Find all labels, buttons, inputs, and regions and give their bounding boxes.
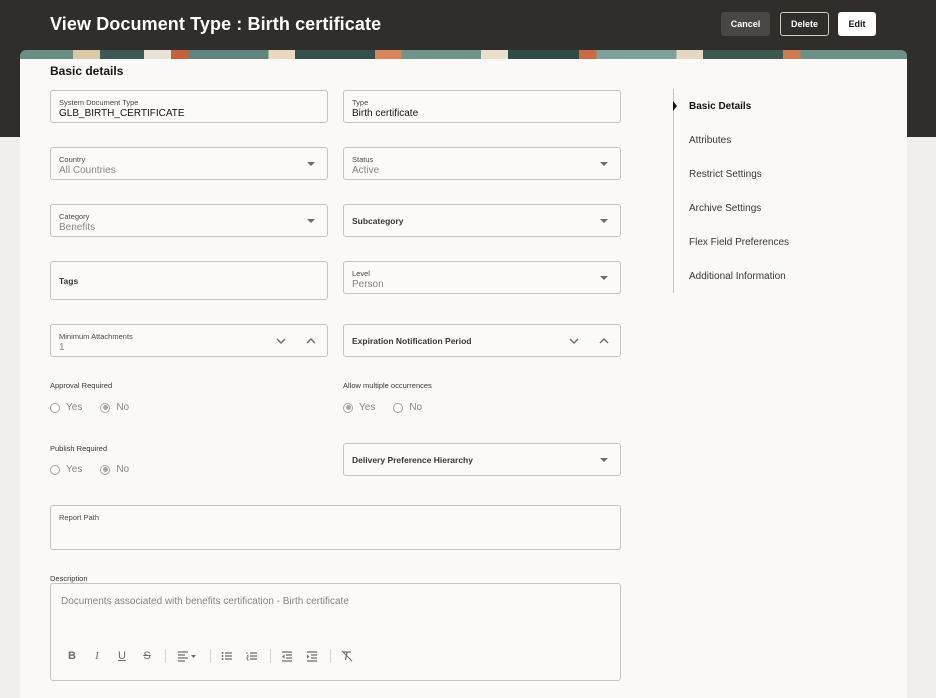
section-title: Basic details <box>50 64 124 78</box>
underline-icon[interactable]: U <box>113 647 131 665</box>
nav-item-basic-details[interactable]: Basic Details <box>673 89 853 123</box>
chevron-up-icon[interactable] <box>598 335 610 347</box>
publish-no-option[interactable]: No <box>100 464 129 475</box>
subcategory-select[interactable]: Subcategory <box>343 204 621 237</box>
section-nav: Basic Details Attributes Restrict Settin… <box>673 89 853 293</box>
nav-item-flex-field-preferences[interactable]: Flex Field Preferences <box>674 225 853 259</box>
field-label: Subcategory <box>352 215 404 226</box>
publish-yes-option[interactable]: Yes <box>50 464 82 475</box>
caret-down-icon <box>600 275 608 280</box>
field-label: Status <box>352 155 374 164</box>
allow-multiple-yes-option[interactable]: Yes <box>343 402 375 413</box>
option-label: Yes <box>66 402 83 413</box>
nav-item-attributes[interactable]: Attributes <box>674 123 853 157</box>
field-label: Country <box>59 155 86 164</box>
nav-item-archive-settings[interactable]: Archive Settings <box>674 191 853 225</box>
publish-required-radio-group: Yes No <box>50 464 147 475</box>
status-select[interactable]: Status Active <box>343 147 621 180</box>
outdent-icon[interactable] <box>278 647 296 665</box>
toolbar-divider <box>270 649 271 663</box>
expiration-notification-period-stepper[interactable]: Expiration Notification Period <box>343 324 621 357</box>
allow-multiple-label: Allow multiple occurrences <box>343 381 432 390</box>
system-document-type-field[interactable]: System Document Type GLB_BIRTH_CERTIFICA… <box>50 90 328 123</box>
caret-down-icon <box>307 218 315 223</box>
field-value: Person <box>352 279 384 290</box>
bulleted-list-icon[interactable] <box>218 647 236 665</box>
field-value: All Countries <box>59 165 116 176</box>
clear-formatting-icon[interactable] <box>338 647 356 665</box>
field-label: System Document Type <box>59 98 139 107</box>
field-label: Tags <box>59 275 79 286</box>
tags-field[interactable]: Tags <box>50 261 328 300</box>
field-label: Expiration Notification Period <box>352 335 472 346</box>
radio-icon <box>393 402 404 413</box>
allow-multiple-radio-group: Yes No <box>343 402 440 413</box>
option-label: No <box>409 402 423 413</box>
toolbar-divider <box>330 649 331 663</box>
toolbar-divider <box>165 649 166 663</box>
country-select[interactable]: Country All Countries <box>50 147 328 180</box>
field-label: Delivery Preference Hierarchy <box>352 454 473 465</box>
caret-down-icon <box>307 161 315 166</box>
radio-selected-icon <box>100 402 111 413</box>
option-label: No <box>116 464 130 475</box>
approval-no-option[interactable]: No <box>100 402 129 413</box>
description-editor[interactable]: Documents associated with benefits certi… <box>50 583 621 681</box>
type-field[interactable]: Type Birth certificate <box>343 90 621 123</box>
caret-down-icon <box>600 218 608 223</box>
publish-required-label: Publish Required <box>50 444 108 453</box>
allow-multiple-no-option[interactable]: No <box>393 402 422 413</box>
chevron-down-icon[interactable] <box>275 335 287 347</box>
field-value: GLB_BIRTH_CERTIFICATE <box>59 108 185 119</box>
field-label: Type <box>352 98 369 107</box>
caret-down-icon <box>600 161 608 166</box>
option-label: Yes <box>66 464 83 475</box>
nav-item-restrict-settings[interactable]: Restrict Settings <box>674 157 853 191</box>
italic-icon[interactable]: I <box>88 647 106 665</box>
radio-icon <box>50 402 60 413</box>
field-label: Minimum Attachments <box>59 332 133 341</box>
numbered-list-icon[interactable] <box>243 647 261 665</box>
cancel-button[interactable]: Cancel <box>721 12 770 36</box>
delete-button[interactable]: Delete <box>780 12 829 36</box>
decorative-banner <box>20 50 907 59</box>
edit-button[interactable]: Edit <box>838 12 876 36</box>
option-label: Yes <box>359 402 376 413</box>
approval-yes-option[interactable]: Yes <box>50 402 82 413</box>
radio-selected-icon <box>100 464 111 475</box>
approval-required-radio-group: Yes No <box>50 402 147 413</box>
strikethrough-icon[interactable]: S <box>138 647 156 665</box>
field-label: Category <box>59 212 90 221</box>
radio-icon <box>50 464 60 475</box>
caret-down-icon <box>600 457 608 462</box>
field-label: Report Path <box>59 513 100 522</box>
page-title: View Document Type : Birth certificate <box>50 14 382 34</box>
nav-item-additional-information[interactable]: Additional Information <box>674 259 853 293</box>
delivery-preference-hierarchy-select[interactable]: Delivery Preference Hierarchy <box>343 443 621 476</box>
chevron-down-icon[interactable] <box>568 335 580 347</box>
description-label: Description <box>50 574 88 583</box>
level-select[interactable]: Level Person <box>343 261 621 294</box>
toolbar-divider <box>210 649 211 663</box>
align-left-icon[interactable] <box>173 647 201 665</box>
field-value: Birth certificate <box>352 108 419 119</box>
report-path-field[interactable]: Report Path <box>50 505 621 550</box>
chevron-up-icon[interactable] <box>305 335 317 347</box>
bold-icon[interactable]: B <box>63 647 81 665</box>
field-value: Benefits <box>59 222 96 233</box>
category-select[interactable]: Category Benefits <box>50 204 328 237</box>
approval-required-label: Approval Required <box>50 381 113 390</box>
indent-icon[interactable] <box>303 647 321 665</box>
field-value: 1 <box>59 342 65 353</box>
field-label: Level <box>352 269 370 278</box>
rich-text-toolbar: B I U S <box>63 647 363 665</box>
minimum-attachments-stepper[interactable]: Minimum Attachments 1 <box>50 324 328 357</box>
description-text: Documents associated with benefits certi… <box>61 596 349 607</box>
radio-selected-icon <box>343 402 353 413</box>
field-value: Active <box>352 165 380 176</box>
option-label: No <box>116 402 130 413</box>
